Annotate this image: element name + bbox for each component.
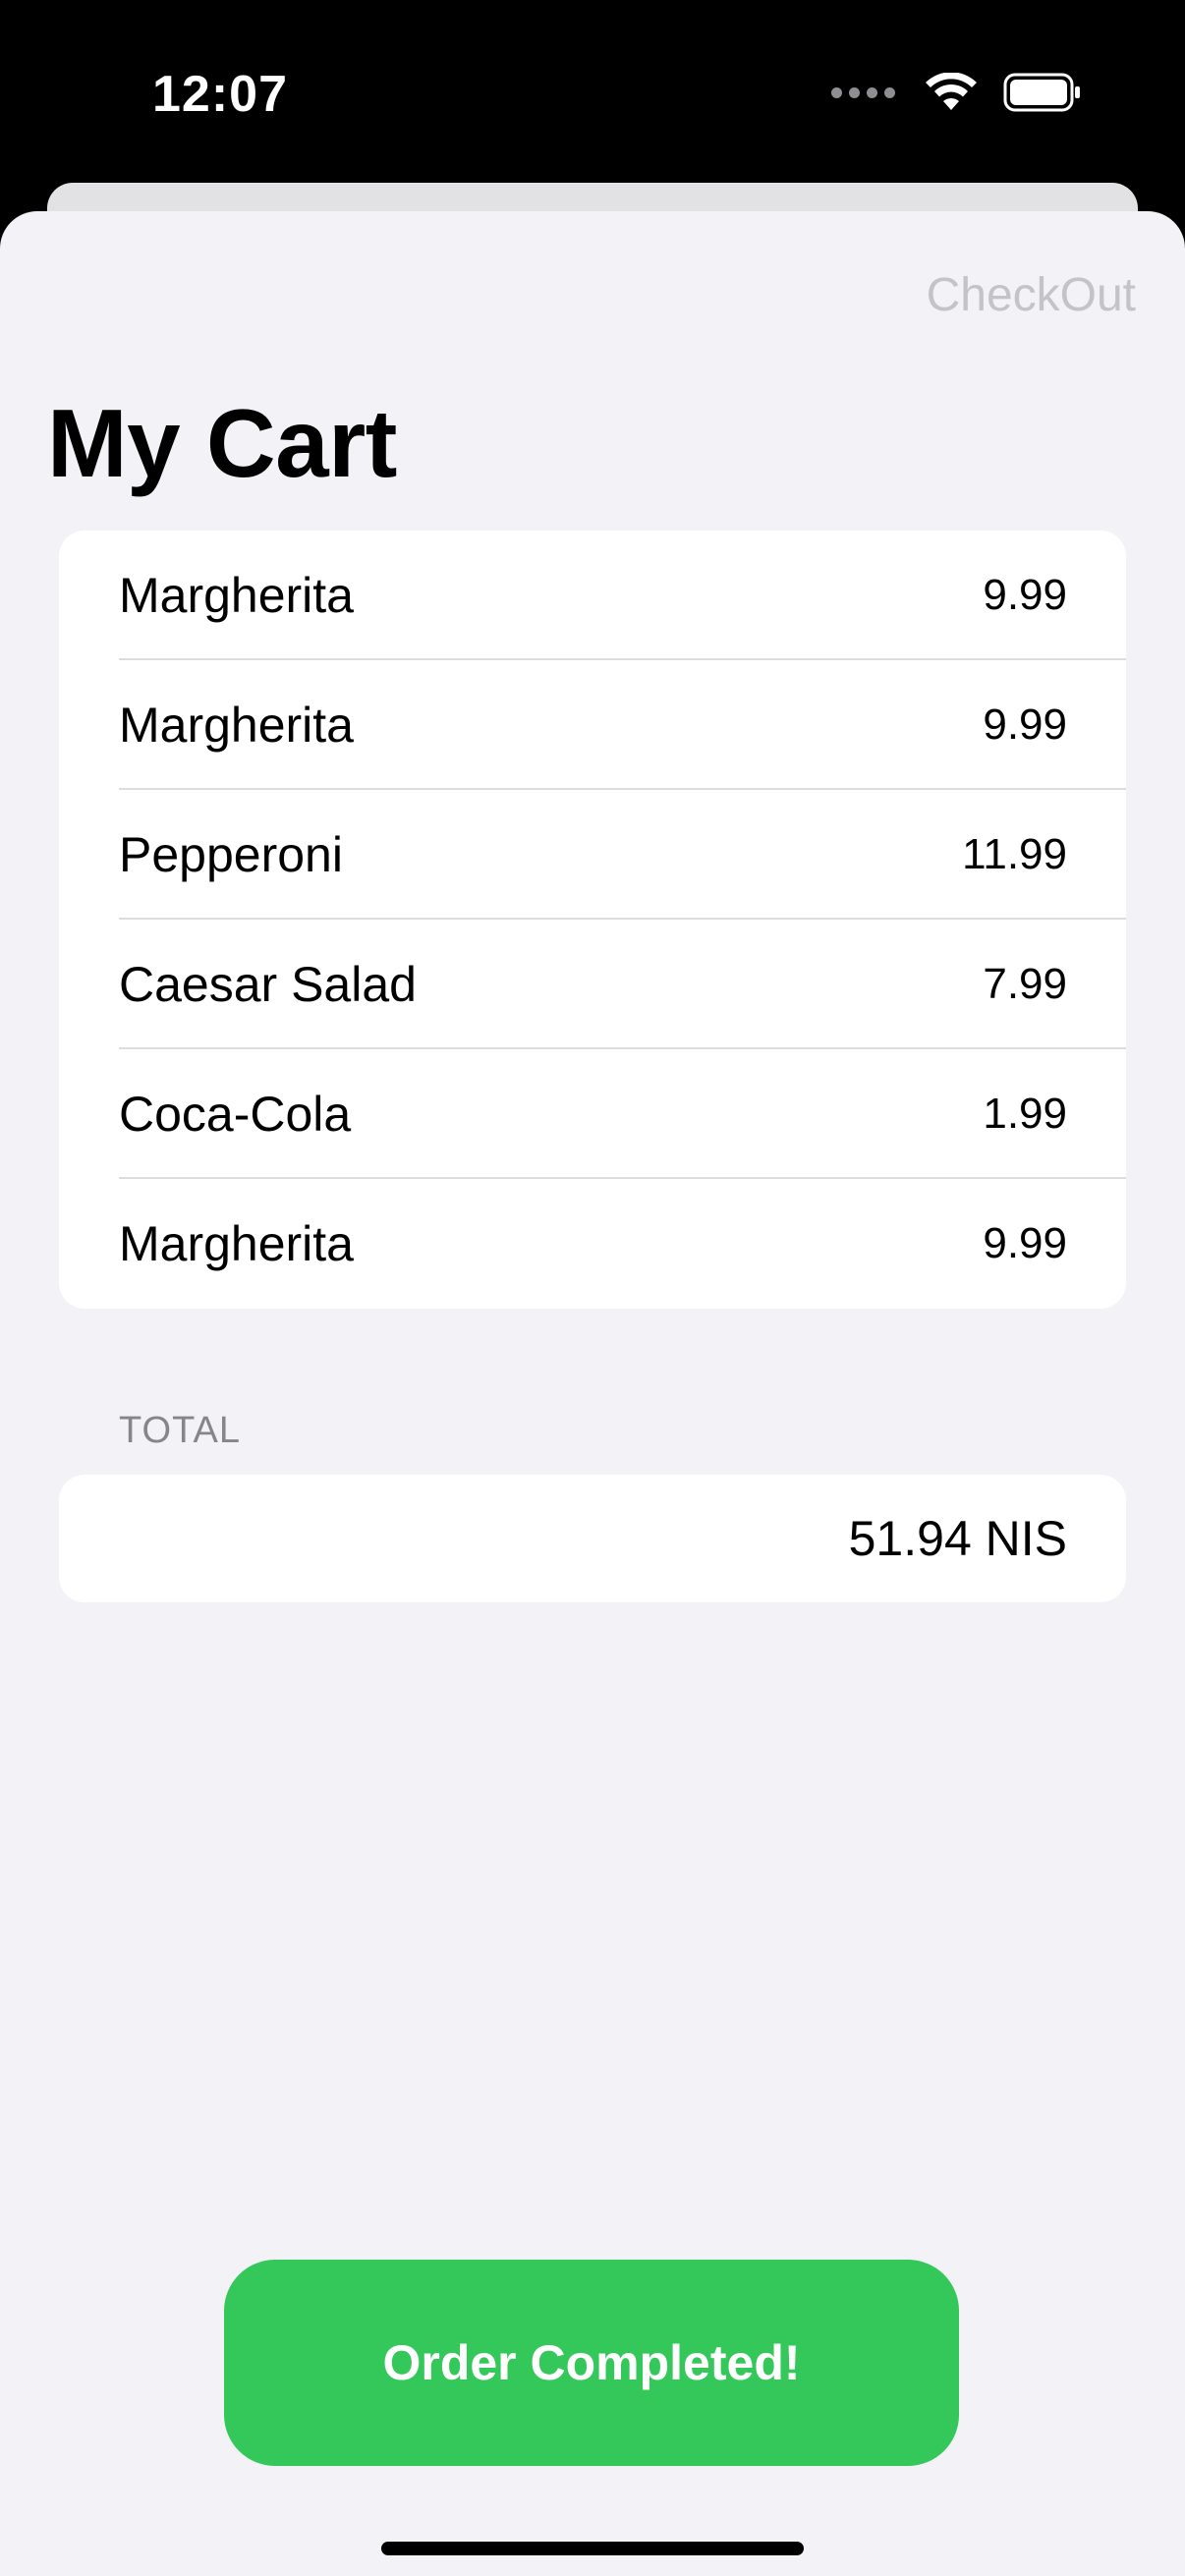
battery-icon: [1003, 73, 1080, 112]
list-item[interactable]: Pepperoni 11.99: [59, 790, 1126, 920]
item-name: Margherita: [119, 698, 354, 753]
cart-list: Margherita 9.99 Margherita 9.99 Pepperon…: [59, 531, 1126, 1309]
order-completed-button[interactable]: Order Completed!: [224, 2260, 959, 2466]
item-name: Coca-Cola: [119, 1087, 352, 1142]
item-price: 1.99: [983, 1090, 1067, 1138]
checkout-button[interactable]: CheckOut: [927, 268, 1136, 322]
status-icons: [831, 73, 1082, 112]
item-price: 9.99: [983, 700, 1067, 749]
item-price: 11.99: [962, 830, 1067, 878]
item-price: 9.99: [983, 571, 1067, 619]
screen: 12:07 CheckOut My Cart Margherita 9.99 M…: [0, 0, 1185, 2576]
list-item[interactable]: Caesar Salad 7.99: [59, 920, 1126, 1049]
page-title: My Cart: [47, 389, 397, 497]
item-price: 7.99: [983, 960, 1067, 1008]
item-price: 9.99: [983, 1219, 1067, 1267]
list-item[interactable]: Coca-Cola 1.99: [59, 1049, 1126, 1179]
item-name: Margherita: [119, 1216, 354, 1271]
total-row: 51.94 NIS: [59, 1475, 1126, 1602]
status-time: 12:07: [152, 66, 288, 123]
item-name: Pepperoni: [119, 827, 343, 882]
item-name: Margherita: [119, 568, 354, 623]
list-item[interactable]: Margherita 9.99: [59, 1179, 1126, 1309]
wifi-icon: [926, 73, 977, 110]
list-item[interactable]: Margherita 9.99: [59, 660, 1126, 790]
total-section-header: TOTAL: [119, 1410, 241, 1451]
cellular-dots-icon: [831, 86, 895, 98]
home-indicator[interactable]: [381, 2542, 804, 2555]
list-item[interactable]: Margherita 9.99: [59, 531, 1126, 660]
total-value: 51.94 NIS: [848, 1511, 1067, 1566]
item-name: Caesar Salad: [119, 957, 417, 1012]
cart-sheet: CheckOut My Cart Margherita 9.99 Margher…: [0, 211, 1185, 2576]
